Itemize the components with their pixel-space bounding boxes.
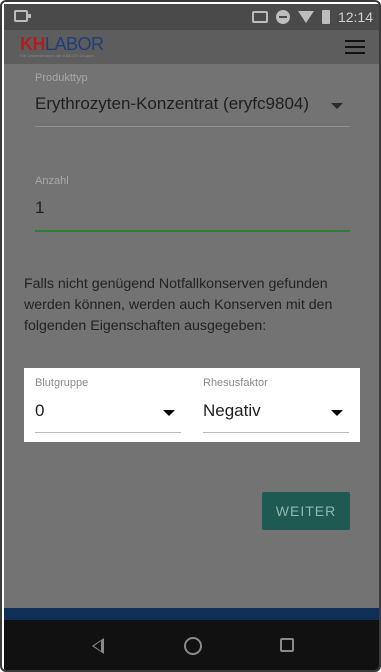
rhesusfaktor-select[interactable]: Negativ (203, 401, 261, 421)
produkttyp-label: Produkttyp (35, 72, 88, 84)
produkttyp-underline (35, 126, 350, 127)
blutgruppe-select[interactable]: 0 (35, 401, 44, 421)
wifi-icon (297, 11, 314, 23)
notification-icon (14, 10, 31, 22)
battery-icon (321, 10, 330, 24)
weiter-button[interactable]: WEITER (262, 492, 350, 530)
android-nav-bar (4, 620, 379, 670)
blutgruppe-chevron-down-icon[interactable] (163, 410, 175, 416)
anzahl-label: Anzahl (35, 175, 69, 187)
khlabor-logo[interactable]: KHLABOR (20, 34, 104, 55)
blutgruppe-label: Blutgruppe (35, 377, 89, 389)
back-icon[interactable] (92, 638, 104, 654)
bottom-accent-bar (4, 608, 379, 620)
cast-icon (251, 11, 268, 23)
app-header: KHLABOR Ein Unternehmen der AMEOS Gruppe (4, 30, 379, 64)
status-time: 12:14 (337, 9, 373, 25)
info-text: Falls nicht genügend Notfallkonserven ge… (24, 276, 333, 334)
logo-labor: LABOR (45, 34, 104, 54)
rhesusfaktor-label: Rhesusfaktor (203, 377, 268, 389)
recent-apps-icon[interactable] (280, 638, 294, 652)
status-bar: 12:14 (4, 4, 379, 30)
logo-subtitle: Ein Unternehmen der AMEOS Gruppe (20, 53, 95, 58)
anzahl-underline-focused (35, 230, 350, 232)
produkttyp-chevron-down-icon[interactable] (331, 103, 343, 109)
anzahl-input[interactable]: 1 (35, 198, 44, 218)
rhesusfaktor-chevron-down-icon[interactable] (331, 410, 343, 416)
menu-icon[interactable] (345, 40, 365, 54)
fallback-properties-card: Blutgruppe 0 Rhesusfaktor Negativ (24, 368, 360, 442)
rhesusfaktor-underline (203, 432, 349, 433)
phone-frame: 12:14 KHLABOR Ein Unternehmen der AMEOS … (0, 0, 381, 672)
produkttyp-select[interactable]: Erythrozyten-Konzentrat (eryfc9804) (35, 94, 309, 114)
main-content: Produkttyp Erythrozyten-Konzentrat (eryf… (4, 64, 379, 608)
home-icon[interactable] (184, 637, 202, 655)
logo-kh: KH (20, 34, 46, 54)
blutgruppe-underline (35, 432, 181, 433)
do-not-disturb-icon (275, 10, 290, 24)
status-icons: 12:14 (251, 8, 373, 26)
